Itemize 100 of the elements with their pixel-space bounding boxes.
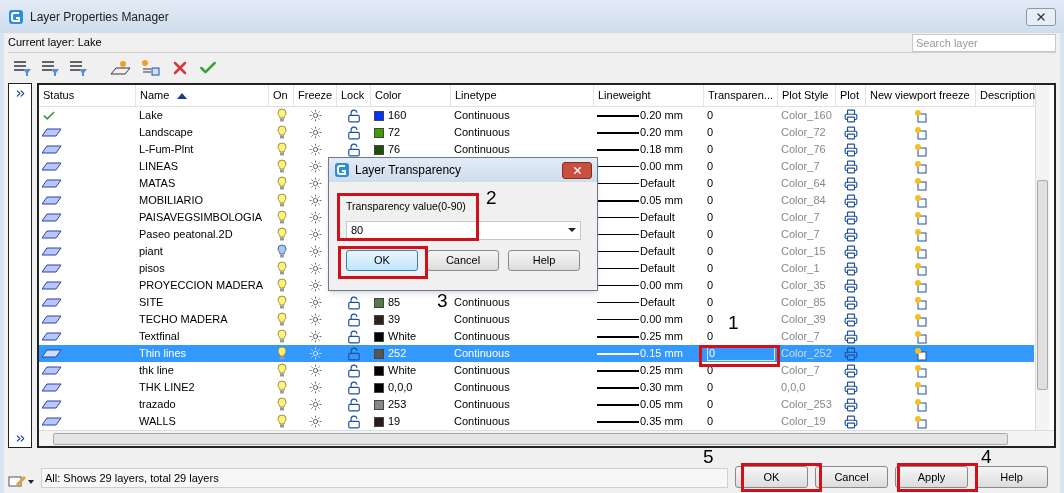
unlocked-icon[interactable] bbox=[347, 397, 361, 412]
printer-icon[interactable] bbox=[844, 261, 858, 276]
dialog-button[interactable]: OK bbox=[346, 249, 418, 271]
layer-name-cell[interactable]: Landscape bbox=[136, 124, 269, 141]
layer-name-cell[interactable]: PROYECCION MADERA bbox=[136, 277, 269, 294]
lightbulb-icon[interactable] bbox=[276, 193, 287, 208]
transparency-value[interactable]: 0 bbox=[707, 107, 714, 124]
lineweight-value[interactable]: 0.25 mm bbox=[640, 328, 683, 345]
sun-icon[interactable] bbox=[309, 262, 322, 275]
unlocked-icon[interactable] bbox=[347, 125, 361, 140]
sun-icon[interactable] bbox=[309, 177, 322, 190]
linetype-value[interactable]: Continuous bbox=[454, 107, 510, 124]
layer-name-cell[interactable]: trazado bbox=[136, 396, 269, 413]
layer-name-cell[interactable]: MOBILIARIO bbox=[136, 192, 269, 209]
lightbulb-icon[interactable] bbox=[276, 295, 287, 310]
layer-name-cell[interactable]: L-Fum-Plnt bbox=[136, 141, 269, 158]
lightbulb-icon[interactable] bbox=[276, 278, 287, 293]
transparency-value[interactable]: 0 bbox=[707, 294, 714, 311]
transparency-value[interactable]: 0 bbox=[707, 209, 714, 226]
printer-icon[interactable] bbox=[844, 312, 858, 327]
lineweight-value[interactable]: Default bbox=[640, 260, 675, 277]
color-swatch[interactable] bbox=[374, 314, 384, 325]
sun-icon[interactable] bbox=[309, 313, 322, 326]
sun-icon[interactable] bbox=[309, 228, 322, 241]
color-swatch[interactable] bbox=[374, 127, 384, 138]
lineweight-value[interactable]: 0.05 mm bbox=[640, 396, 683, 413]
dialog-button[interactable]: Help bbox=[508, 249, 580, 271]
transparency-value[interactable]: 0 bbox=[707, 328, 714, 345]
transparency-value[interactable]: 0 bbox=[707, 192, 714, 209]
printer-icon[interactable] bbox=[844, 244, 858, 259]
lightbulb-icon[interactable] bbox=[276, 397, 287, 412]
linetype-value[interactable]: Continuous bbox=[454, 413, 510, 430]
lineweight-value[interactable]: 0.05 mm bbox=[640, 192, 683, 209]
color-swatch[interactable] bbox=[374, 416, 384, 427]
linetype-value[interactable]: Continuous bbox=[454, 379, 510, 396]
color-swatch[interactable] bbox=[374, 399, 384, 410]
column-header[interactable]: New viewport freeze bbox=[866, 85, 976, 106]
sun-icon[interactable] bbox=[309, 415, 322, 428]
linetype-value[interactable]: Continuous bbox=[454, 294, 510, 311]
lightbulb-icon[interactable] bbox=[276, 414, 287, 429]
layer-name-cell[interactable]: LINEAS bbox=[136, 158, 269, 175]
description-cell[interactable] bbox=[976, 345, 1034, 362]
column-header[interactable]: Linetype bbox=[451, 85, 594, 106]
printer-icon[interactable] bbox=[844, 397, 858, 412]
sun-viewport-icon[interactable] bbox=[914, 346, 928, 361]
column-header[interactable]: Name bbox=[136, 85, 269, 106]
sun-icon[interactable] bbox=[309, 109, 322, 122]
lineweight-value[interactable]: Default bbox=[640, 243, 675, 260]
lineweight-value[interactable]: 0.35 mm bbox=[640, 413, 683, 430]
lineweight-value[interactable]: 0.00 mm bbox=[640, 277, 683, 294]
lightbulb-icon[interactable] bbox=[276, 244, 287, 259]
sun-icon[interactable] bbox=[309, 381, 322, 394]
lightbulb-icon[interactable] bbox=[276, 346, 287, 361]
sun-icon[interactable] bbox=[309, 364, 322, 377]
column-header[interactable]: Description bbox=[976, 85, 1034, 106]
unlocked-icon[interactable] bbox=[347, 108, 361, 123]
printer-icon[interactable] bbox=[844, 295, 858, 310]
transparency-value[interactable]: 0 bbox=[707, 260, 714, 277]
layer-name-cell[interactable]: WALLS bbox=[136, 413, 269, 430]
lineweight-value[interactable]: 0.00 mm bbox=[640, 158, 683, 175]
dialog-button[interactable]: Cancel bbox=[815, 466, 888, 488]
printer-icon[interactable] bbox=[844, 227, 858, 242]
linetype-value[interactable]: Continuous bbox=[454, 311, 510, 328]
linetype-value[interactable]: Continuous bbox=[454, 124, 510, 141]
unlocked-icon[interactable] bbox=[347, 295, 361, 310]
sun-icon[interactable] bbox=[309, 211, 322, 224]
printer-icon[interactable] bbox=[844, 125, 858, 140]
dialog-button[interactable]: Help bbox=[975, 466, 1048, 488]
unlocked-icon[interactable] bbox=[347, 380, 361, 395]
sun-icon[interactable] bbox=[309, 143, 322, 156]
linetype-value[interactable]: Continuous bbox=[454, 328, 510, 345]
layer-name-cell[interactable]: TECHO MADERA bbox=[136, 311, 269, 328]
search-field[interactable]: Search layer bbox=[912, 33, 1056, 52]
transparency-value[interactable]: 0 bbox=[707, 141, 714, 158]
unlocked-icon[interactable] bbox=[347, 329, 361, 344]
column-header[interactable]: On bbox=[269, 85, 294, 106]
sun-icon[interactable] bbox=[309, 279, 322, 292]
column-header[interactable]: Color bbox=[371, 85, 451, 106]
transparency-value[interactable]: 0 bbox=[707, 277, 714, 294]
layer-name-cell[interactable]: piant bbox=[136, 243, 269, 260]
horizontal-scrollbar[interactable] bbox=[39, 430, 1054, 446]
color-swatch[interactable] bbox=[374, 331, 384, 342]
unlocked-icon[interactable] bbox=[347, 142, 361, 157]
dialog-button[interactable]: Cancel bbox=[427, 249, 499, 271]
lightbulb-icon[interactable] bbox=[276, 125, 287, 140]
transparency-value[interactable]: 0 bbox=[707, 243, 714, 260]
unlocked-icon[interactable] bbox=[347, 414, 361, 429]
layer-filter-icon[interactable] bbox=[40, 59, 60, 77]
column-header[interactable]: Transparen... bbox=[704, 85, 778, 106]
close-button[interactable] bbox=[562, 161, 592, 179]
transparency-value[interactable]: 0 bbox=[707, 311, 714, 328]
lightbulb-icon[interactable] bbox=[276, 142, 287, 157]
lineweight-value[interactable]: 0.20 mm bbox=[640, 124, 683, 141]
transparency-value[interactable]: 0 bbox=[707, 175, 714, 192]
lightbulb-icon[interactable] bbox=[276, 380, 287, 395]
sun-icon[interactable] bbox=[309, 194, 322, 207]
lightbulb-icon[interactable] bbox=[276, 159, 287, 174]
column-header[interactable]: Plot Style bbox=[778, 85, 836, 106]
color-swatch[interactable] bbox=[374, 348, 384, 359]
column-header[interactable]: Status bbox=[39, 85, 136, 106]
